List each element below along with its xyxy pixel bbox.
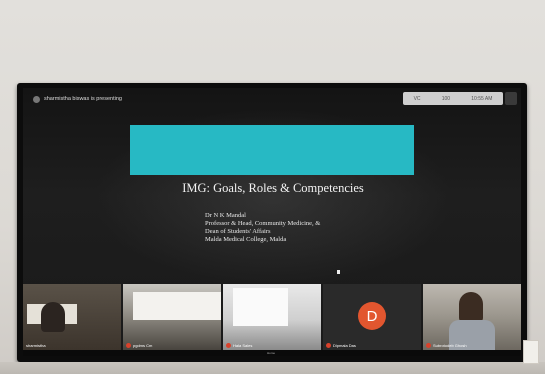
- meeting-controls[interactable]: VC 100 10:55 AM: [403, 92, 503, 105]
- presenter-label: sharmistha biswas is presenting: [44, 96, 122, 102]
- wall-socket: [523, 340, 539, 364]
- muted-mic-icon: [426, 343, 431, 348]
- television: sharmistha biswas is presenting VC 100 1…: [17, 83, 527, 362]
- muted-mic-icon: [226, 343, 231, 348]
- participant-name: Subrotodeb Ghosh: [433, 343, 467, 348]
- participant-name-tag: Hala Sales: [226, 343, 252, 348]
- presenter-banner: sharmistha biswas is presenting: [33, 93, 122, 105]
- speaker-line: Dean of Students' Affairs: [205, 228, 271, 235]
- speaker-line: Malda Medical College, Malda: [205, 236, 287, 243]
- slide-header-bar: [130, 125, 414, 175]
- participant-name-tag: sharmistha: [26, 343, 46, 348]
- mouse-cursor-icon: [337, 270, 340, 274]
- bottom-bar-label: Home: [267, 351, 276, 355]
- participant-avatar: D: [358, 302, 386, 330]
- participant-tile[interactable]: Hala Sales: [223, 284, 321, 350]
- participant-name-tag: pgdms Cm: [126, 343, 152, 348]
- participant-name: pgdms Cm: [133, 343, 153, 348]
- presenter-avatar-icon: [33, 95, 40, 103]
- participant-tile[interactable]: pgdms Cm: [123, 284, 221, 350]
- participant-tile[interactable]: D Dipmala Das: [323, 284, 421, 350]
- participant-name-tag: Subrotodeb Ghosh: [426, 343, 467, 348]
- control-item[interactable]: 100: [442, 96, 450, 102]
- speaker-line: Dr N K Mandal: [205, 212, 246, 219]
- participant-tile[interactable]: sharmistha: [23, 284, 121, 350]
- participant-tile[interactable]: Subrotodeb Ghosh: [423, 284, 521, 350]
- person-figure: [41, 302, 65, 332]
- meeting-bottom-bar: Home: [23, 350, 521, 356]
- muted-mic-icon: [326, 343, 331, 348]
- slide-title: IMG: Goals, Roles & Competencies: [182, 181, 364, 195]
- speaker-info: Dr N K Mandal Professor & Head, Communit…: [205, 212, 320, 244]
- participant-name: Dipmala Das: [333, 343, 356, 348]
- muted-mic-icon: [126, 343, 131, 348]
- person-head: [459, 292, 483, 322]
- classroom-banner: [133, 292, 221, 320]
- more-options-icon[interactable]: [505, 92, 517, 105]
- tv-shelf: [0, 362, 545, 374]
- speaker-line: Professor & Head, Community Medicine, &: [205, 220, 321, 227]
- tv-screen: sharmistha biswas is presenting VC 100 1…: [23, 88, 521, 356]
- participant-name: sharmistha: [26, 343, 46, 348]
- participant-strip: sharmistha pgdms Cm Hala Sales D Dipmala…: [23, 284, 521, 350]
- participant-name: Hala Sales: [233, 343, 253, 348]
- projector-screen: [233, 288, 288, 326]
- clock-readout: 10:55 AM: [471, 95, 493, 102]
- meeting-top-bar: sharmistha biswas is presenting VC 100 1…: [23, 88, 521, 108]
- control-item[interactable]: VC: [414, 96, 421, 102]
- participant-name-tag: Dipmala Das: [326, 343, 356, 348]
